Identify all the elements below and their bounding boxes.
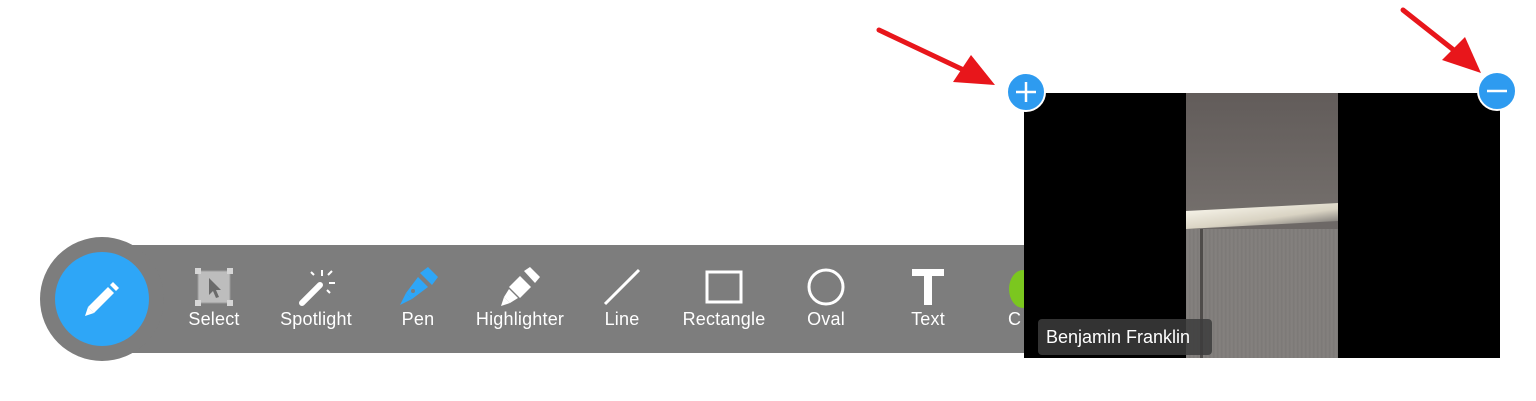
video-panel[interactable]: Benjamin Franklin [1024, 93, 1500, 358]
tool-label: Text [911, 309, 945, 329]
pencil-icon [85, 282, 119, 316]
tool-label: Line [604, 309, 640, 329]
shrink-video-button[interactable] [1477, 71, 1517, 111]
enlarge-video-button[interactable] [1006, 72, 1046, 112]
tool-rectangle[interactable]: Rectangle [674, 265, 774, 335]
tool-select[interactable]: Select [164, 265, 264, 335]
tool-oval[interactable]: Oval [776, 265, 876, 335]
tool-label: Spotlight [280, 309, 352, 329]
tool-label: Rectangle [682, 309, 766, 329]
line-icon [602, 267, 642, 312]
highlighter-icon [500, 267, 540, 312]
spotlight-icon [296, 267, 336, 312]
rectangle-icon [704, 267, 744, 312]
select-icon [194, 267, 234, 312]
oval-icon [806, 267, 846, 312]
pen-icon [398, 267, 438, 312]
annotate-toggle-button[interactable] [55, 252, 149, 346]
tool-label: Pen [401, 309, 435, 329]
annotation-arrow-left [876, 27, 995, 85]
plus-icon [1016, 82, 1036, 102]
tool-highlighter[interactable]: Highlighter [470, 265, 570, 335]
tool-label-partial: C [1008, 309, 1021, 329]
annotation-arrow-right [1400, 7, 1481, 73]
tool-label: Oval [807, 309, 845, 329]
minus-icon [1487, 89, 1507, 93]
tool-line[interactable]: Line [572, 265, 672, 335]
tool-text[interactable]: Text [878, 265, 978, 335]
tool-label: Highlighter [475, 309, 565, 329]
text-icon [908, 267, 948, 312]
participant-name-tag: Benjamin Franklin [1038, 319, 1213, 355]
tool-spotlight[interactable]: Spotlight [266, 265, 366, 335]
tool-pen[interactable]: Pen [368, 265, 468, 335]
tool-label: Select [188, 309, 240, 329]
